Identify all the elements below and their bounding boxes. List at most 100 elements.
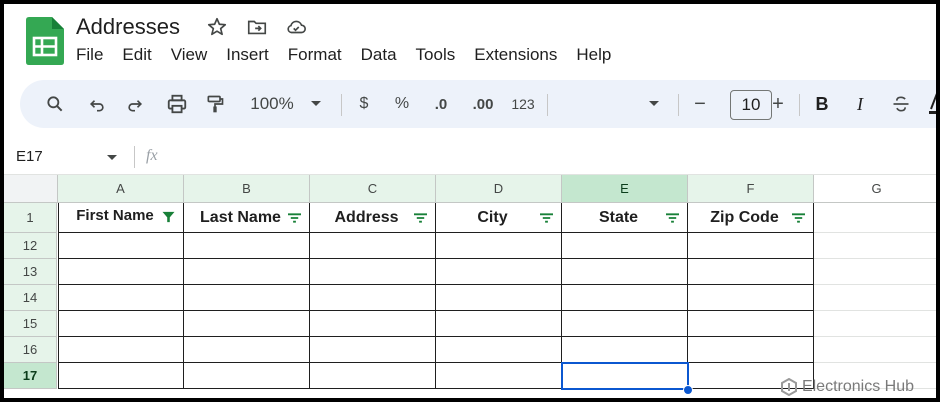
font-family-dropdown-icon[interactable] <box>644 80 664 128</box>
decrease-font-size-button[interactable]: − <box>688 80 712 128</box>
row-header-13[interactable]: 13 <box>4 259 57 285</box>
cell-c16[interactable] <box>310 337 436 363</box>
fill-handle[interactable] <box>683 385 693 395</box>
row-header-15[interactable]: 15 <box>4 311 57 337</box>
cell-b16[interactable] <box>184 337 310 363</box>
menu-extensions[interactable]: Extensions <box>474 45 567 65</box>
menu-insert[interactable]: Insert <box>226 45 279 65</box>
cell-g1[interactable] <box>814 203 936 233</box>
row-header-1[interactable]: 1 <box>4 203 57 233</box>
cell-b12[interactable] <box>184 233 310 259</box>
filter-icon[interactable] <box>792 212 805 224</box>
column-header-b[interactable]: B <box>184 175 310 203</box>
cell-a17[interactable] <box>58 363 184 389</box>
row-header-12[interactable]: 12 <box>4 233 57 259</box>
cell-d14[interactable] <box>436 285 562 311</box>
cell-a15[interactable] <box>58 311 184 337</box>
percent-format-button[interactable]: % <box>390 80 414 128</box>
bold-button[interactable]: B <box>810 80 834 128</box>
cell-g12[interactable] <box>814 233 936 259</box>
move-folder-icon[interactable] <box>246 16 268 38</box>
cell-a12[interactable] <box>58 233 184 259</box>
cell-g13[interactable] <box>814 259 936 285</box>
cell-e13[interactable] <box>562 259 688 285</box>
cell-e15[interactable] <box>562 311 688 337</box>
menu-data[interactable]: Data <box>361 45 407 65</box>
menu-help[interactable]: Help <box>576 45 621 65</box>
header-cell-state[interactable]: State <box>562 203 688 233</box>
menu-view[interactable]: View <box>171 45 218 65</box>
menu-file[interactable]: File <box>76 45 113 65</box>
column-header-c[interactable]: C <box>310 175 436 203</box>
cell-b15[interactable] <box>184 311 310 337</box>
cell-c14[interactable] <box>310 285 436 311</box>
search-menus-icon[interactable] <box>40 80 70 128</box>
currency-format-button[interactable]: $ <box>352 80 376 128</box>
zoom-select[interactable]: 100% <box>244 80 300 128</box>
sheets-logo-icon[interactable] <box>26 17 64 65</box>
paint-format-icon[interactable] <box>200 80 230 128</box>
cell-d13[interactable] <box>436 259 562 285</box>
filter-icon[interactable] <box>288 212 301 224</box>
print-icon[interactable] <box>162 80 192 128</box>
italic-button[interactable]: I <box>848 80 872 128</box>
header-cell-first-name[interactable]: First Name <box>58 203 184 233</box>
chevron-down-icon[interactable] <box>306 80 326 128</box>
redo-icon[interactable] <box>120 80 150 128</box>
cell-b17[interactable] <box>184 363 310 389</box>
number-format-button[interactable]: 123 <box>506 80 540 128</box>
cell-b13[interactable] <box>184 259 310 285</box>
cell-d16[interactable] <box>436 337 562 363</box>
star-icon[interactable] <box>206 16 228 38</box>
menu-tools[interactable]: Tools <box>416 45 466 65</box>
increase-decimal-button[interactable]: .00 <box>466 80 500 128</box>
column-header-a[interactable]: A <box>58 175 184 203</box>
document-title[interactable]: Addresses <box>76 14 180 40</box>
row-header-16[interactable]: 16 <box>4 337 57 363</box>
cell-c17[interactable] <box>310 363 436 389</box>
undo-icon[interactable] <box>82 80 112 128</box>
cell-f15[interactable] <box>688 311 814 337</box>
header-cell-address[interactable]: Address <box>310 203 436 233</box>
cell-a16[interactable] <box>58 337 184 363</box>
cell-a13[interactable] <box>58 259 184 285</box>
cell-e14[interactable] <box>562 285 688 311</box>
cell-a14[interactable] <box>58 285 184 311</box>
row-header-14[interactable]: 14 <box>4 285 57 311</box>
cell-b14[interactable] <box>184 285 310 311</box>
filter-icon[interactable] <box>666 212 679 224</box>
cell-f12[interactable] <box>688 233 814 259</box>
decrease-decimal-button[interactable]: .0 <box>426 80 456 128</box>
cell-e12[interactable] <box>562 233 688 259</box>
increase-font-size-button[interactable]: + <box>766 80 790 128</box>
header-cell-city[interactable]: City <box>436 203 562 233</box>
column-header-d[interactable]: D <box>436 175 562 203</box>
cell-c12[interactable] <box>310 233 436 259</box>
cloud-saved-icon[interactable] <box>285 16 307 38</box>
column-header-f[interactable]: F <box>688 175 814 203</box>
cell-d15[interactable] <box>436 311 562 337</box>
cell-f14[interactable] <box>688 285 814 311</box>
cell-c13[interactable] <box>310 259 436 285</box>
text-color-icon[interactable] <box>926 80 936 128</box>
cell-g15[interactable] <box>814 311 936 337</box>
column-header-e[interactable]: E <box>562 175 688 203</box>
cell-g16[interactable] <box>814 337 936 363</box>
name-box-dropdown-icon[interactable] <box>106 154 118 162</box>
column-header-g[interactable]: G <box>814 175 936 203</box>
cell-f13[interactable] <box>688 259 814 285</box>
row-header-17[interactable]: 17 <box>4 363 57 389</box>
header-cell-last-name[interactable]: Last Name <box>184 203 310 233</box>
cell-c15[interactable] <box>310 311 436 337</box>
menu-format[interactable]: Format <box>288 45 352 65</box>
cell-g14[interactable] <box>814 285 936 311</box>
menu-edit[interactable]: Edit <box>122 45 161 65</box>
cell-d12[interactable] <box>436 233 562 259</box>
name-box[interactable]: E17 <box>16 148 43 165</box>
strikethrough-icon[interactable] <box>888 80 914 128</box>
header-cell-zip-code[interactable]: Zip Code <box>688 203 814 233</box>
select-all-corner[interactable] <box>4 175 58 203</box>
cell-f16[interactable] <box>688 337 814 363</box>
filter-icon[interactable] <box>540 212 553 224</box>
selected-cell-outline[interactable] <box>561 362 689 390</box>
